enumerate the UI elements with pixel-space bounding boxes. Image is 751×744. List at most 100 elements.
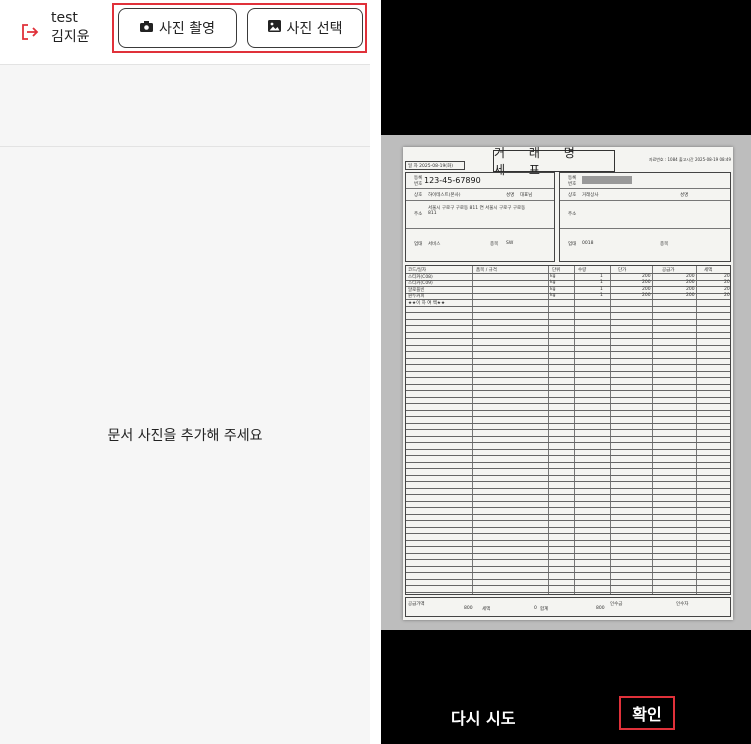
table-cell: 1 — [600, 286, 603, 292]
table-row-line — [406, 494, 730, 495]
logout-icon[interactable] — [20, 22, 40, 42]
supplier-business-label: 업태 — [414, 242, 423, 247]
table-cell: kg — [550, 286, 556, 292]
table-cell: 1 — [600, 293, 603, 298]
supplier-address-label: 주소 — [414, 212, 423, 217]
table-cell: 알로플빈 — [408, 287, 425, 293]
table-row-line — [406, 390, 730, 391]
table-row-line — [406, 526, 730, 528]
table-row-line — [406, 299, 730, 300]
buyer-reg-redacted — [582, 176, 632, 184]
document-panel: test 김지윤 사진 촬영 사진 선택 문서 사진을 추가해 주세요 — [0, 0, 370, 744]
table-column-line — [548, 266, 549, 594]
table-row-line — [406, 513, 730, 515]
table-row-line — [406, 338, 730, 339]
table-row-line — [406, 364, 730, 365]
table-column-line — [696, 266, 697, 594]
table-row-line — [406, 403, 730, 404]
buyer-address-label: 주소 — [568, 212, 577, 217]
captured-photo: 거 래 명 세 표 자료번호 : 1084 출고시간 2025-08-19 08… — [381, 135, 751, 630]
table-row-line — [406, 305, 730, 307]
retry-button[interactable]: 다시 시도 — [451, 705, 515, 729]
table-cell: 원두커피 — [408, 294, 425, 299]
table-row-line — [406, 351, 730, 352]
table-cell: 200 — [642, 286, 651, 292]
item-table: 코드/일자 품목 / 규격 단위 수량 단가 공급가 세액 스티커(C08) kg… — [405, 265, 731, 595]
supply-total: 800 — [464, 606, 473, 611]
table-row-line — [406, 325, 730, 326]
grand-total: 800 — [596, 606, 605, 611]
table-row-line — [406, 416, 730, 417]
photo-preview-panel: 거 래 명 세 표 자료번호 : 1084 출고시간 2025-08-19 08… — [381, 0, 751, 744]
table-row-line — [406, 377, 730, 378]
table-row-line — [406, 585, 730, 586]
table-cell: 20 — [724, 286, 730, 292]
image-icon — [267, 20, 281, 36]
table-column-line — [574, 266, 575, 594]
table-cell: 1 — [600, 280, 603, 285]
document-date: 일 자 2025-08-19(화) — [405, 161, 465, 170]
table-row-line — [406, 273, 730, 274]
camera-icon — [140, 20, 153, 36]
table-cell: 20 — [724, 273, 730, 279]
table-cell: kg — [550, 293, 556, 298]
buyer-name-row: 상호 거래상사 성명 — [560, 189, 730, 201]
user-id: test — [51, 10, 78, 26]
empty-message: 문서 사진을 추가해 주세요 — [107, 428, 263, 444]
table-cell: 200 — [686, 286, 695, 292]
table-cell: 200 — [686, 280, 695, 285]
supplier-reg-row: 등록번호 123-45-67890 — [406, 173, 554, 189]
table-row-line — [406, 591, 730, 593]
table-cell: 200 — [686, 293, 695, 298]
table-row-line — [406, 286, 730, 287]
user-name: 김지윤 — [51, 29, 90, 45]
confirm-button[interactable]: 확인 — [619, 696, 675, 730]
document-title: 거 래 명 세 표 — [493, 146, 615, 177]
table-cell: 200 — [642, 273, 651, 279]
preview-action-bar: 다시 시도 확인 — [381, 690, 751, 744]
table-row-line — [406, 559, 730, 560]
take-photo-button[interactable]: 사진 촬영 — [118, 8, 237, 48]
supplier-section: 등록번호 123-45-67890 상호 하이테스트(본사) 성명 대표님 주소… — [405, 172, 555, 262]
buyer-name: 거래상사 — [582, 193, 599, 198]
photo-button-group: 사진 촬영 사진 선택 — [112, 3, 367, 53]
buyer-rep-label: 성명 — [680, 193, 689, 198]
table-cell: 200 — [642, 293, 651, 298]
table-row-line — [406, 279, 730, 281]
tax-total: 0 — [534, 606, 537, 611]
table-row-line — [406, 357, 730, 359]
buyer-section: 등록번호 상호 거래상사 성명 주소 업태 0018 종목 — [559, 172, 731, 262]
buyer-business: 0018 — [582, 241, 594, 246]
buyer-address-row: 주소 — [560, 201, 730, 229]
buyer-business-row: 업태 0018 종목 — [560, 229, 730, 261]
date-label: 일 자 — [408, 164, 418, 169]
tax-total-label: 세액 — [482, 607, 491, 612]
table-row-line — [406, 474, 730, 476]
table-row-line — [406, 370, 730, 372]
table-row-line — [406, 409, 730, 411]
table-cell: ★★이 하 여 백★★ — [408, 300, 445, 306]
table-row-line — [406, 312, 730, 313]
table-row-line — [406, 539, 730, 541]
document-serial: 자료번호 : 1084 출고시간 2025-08-19 08:49 — [648, 157, 731, 162]
table-row-line — [406, 533, 730, 534]
user-info: test 김지윤 — [51, 9, 90, 47]
date-value: 2025-08-19(화) — [419, 164, 453, 169]
supplier-item-label: 종목 — [490, 242, 499, 247]
supplier-name-row: 상호 하이테스트(본사) 성명 대표님 — [406, 189, 554, 201]
supplier-business-row: 업태 서비스 종목 SW — [406, 229, 554, 261]
supplier-rep-label: 성명 — [506, 193, 515, 198]
supplier-business: 서비스 — [428, 242, 441, 247]
select-photo-button[interactable]: 사진 선택 — [247, 8, 363, 48]
table-row-line — [406, 292, 730, 294]
table-cell: 200 — [686, 273, 695, 279]
table-cell: 20 — [724, 280, 730, 285]
table-row-line — [406, 442, 730, 443]
table-cell: 200 — [642, 280, 651, 285]
table-cell: 스티커(C08) — [408, 274, 433, 280]
supplier-address: 서울시 구로구 구로동 811 연 서울시 구로구 구로동 811 — [428, 206, 526, 216]
supply-total-label: 공급가액 — [408, 602, 425, 607]
app-header: test 김지윤 사진 촬영 사진 선택 — [0, 0, 370, 65]
table-row-line — [406, 344, 730, 346]
table-row-line — [406, 507, 730, 508]
